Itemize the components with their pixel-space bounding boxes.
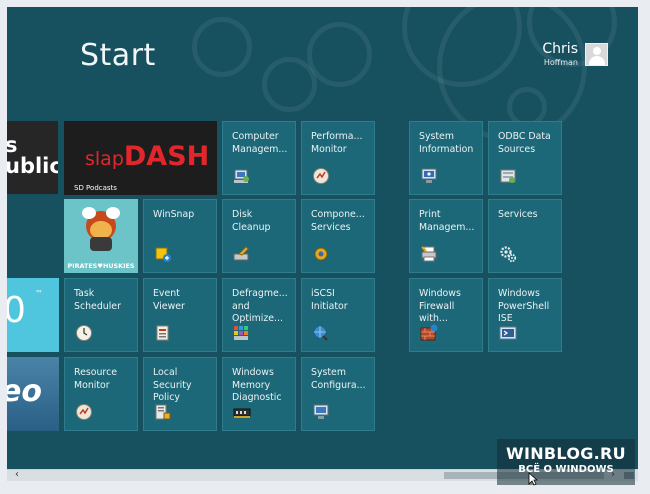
print-management-icon <box>421 246 437 262</box>
tile-label: Computer Managem... <box>232 131 288 155</box>
user-account[interactable]: Chris Hoffman <box>542 41 608 67</box>
tile-label: iSCSI Initiator <box>311 288 348 312</box>
powershell-icon <box>499 326 517 340</box>
tile-label: Resource Monitor <box>74 367 117 391</box>
tile-slapdash[interactable]: slapDASH SD Podcasts <box>64 121 217 195</box>
tile-event-viewer[interactable]: Event Viewer <box>143 278 217 352</box>
mouse-cursor-icon <box>528 472 538 486</box>
decorative-circle <box>307 22 372 87</box>
tile-label: ODBC Data Sources <box>498 131 551 155</box>
slapdash-caption: SD Podcasts <box>74 184 117 192</box>
user-first-name: Chris <box>542 41 578 57</box>
firewall-icon <box>420 324 438 341</box>
defragment-icon <box>234 326 248 340</box>
scroll-left-arrow[interactable]: ‹ <box>15 469 19 480</box>
tile-component-services[interactable]: Compone... Services <box>301 199 375 273</box>
tile-label: Windows PowerShell ISE <box>498 288 550 324</box>
tile-system-information[interactable]: System Information <box>409 121 483 195</box>
event-viewer-icon <box>156 325 169 341</box>
tile-label: Compone... Services <box>311 209 365 233</box>
slapdash-logo: slapDASH <box>85 141 209 172</box>
slapdash-logo-right: DASH <box>123 141 210 172</box>
weather-unit: ™ <box>35 289 43 298</box>
tile-task-scheduler[interactable]: Task Scheduler <box>64 278 138 352</box>
tile-windows-firewall[interactable]: Windows Firewall with... <box>409 278 483 352</box>
memory-icon <box>233 408 251 418</box>
slapdash-logo-left: slap <box>85 148 124 170</box>
mascot-image <box>82 207 120 251</box>
watermark-title: WINBLOG.RU <box>506 444 626 463</box>
decorative-circle <box>192 17 252 77</box>
task-scheduler-icon <box>76 325 92 341</box>
tile-print-management[interactable]: Print Managem... <box>409 199 483 273</box>
music-tile-text: eo <box>7 374 42 409</box>
tile-iscsi-initiator[interactable]: iSCSI Initiator <box>301 278 375 352</box>
gears-icon <box>500 246 517 263</box>
tile-local-security-policy[interactable]: Local Security Policy <box>143 357 217 431</box>
tile-windows-powershell-ise[interactable]: Windows PowerShell ISE <box>488 278 562 352</box>
tile-disk-cleanup[interactable]: Disk Cleanup <box>222 199 296 273</box>
tile-resource-monitor[interactable]: Resource Monitor <box>64 357 138 431</box>
weather-value: 0 <box>7 290 26 331</box>
tile-label: Windows Memory Diagnostic <box>232 367 282 403</box>
tile-news-partial[interactable]: s ublic <box>7 121 58 194</box>
component-services-icon <box>314 247 328 261</box>
tile-odbc-data-sources[interactable]: ODBC Data Sources <box>488 121 562 195</box>
tile-pirates-huskies[interactable]: PIRATES♥HUSKIES <box>64 199 138 273</box>
system-config-icon <box>313 404 329 419</box>
tile-defragment[interactable]: Defragme... and Optimize... <box>222 278 296 352</box>
news-tile-line1: s <box>7 133 18 157</box>
winsnap-icon <box>155 247 171 262</box>
tile-label: WinSnap <box>153 209 195 220</box>
tile-system-configuration[interactable]: System Configura... <box>301 357 375 431</box>
tile-label: Performa... Monitor <box>311 131 363 155</box>
tile-label: System Information <box>419 131 474 155</box>
start-title: Start <box>80 38 156 73</box>
tile-winsnap[interactable]: WinSnap <box>143 199 217 273</box>
computer-management-icon <box>234 169 249 183</box>
tile-label: Print Managem... <box>419 209 475 233</box>
news-tile-line2: ublic <box>7 154 58 178</box>
tile-label: Services <box>498 209 538 220</box>
tile-label: Local Security Policy <box>153 367 192 403</box>
system-info-icon <box>421 168 437 183</box>
iscsi-icon <box>313 325 328 341</box>
tile-weather-partial[interactable]: 0 ™ <box>7 278 59 352</box>
tile-label: Event Viewer <box>153 288 185 312</box>
tile-label: System Configura... <box>311 367 366 391</box>
watermark-subtitle: ВСЁ О WINDOWS <box>518 464 614 475</box>
start-screen: Start Chris Hoffman s ublic 0 ™ eo slapD… <box>7 7 638 469</box>
disk-cleanup-icon <box>233 246 249 261</box>
tile-computer-management[interactable]: Computer Managem... <box>222 121 296 195</box>
performance-monitor-icon <box>313 168 329 184</box>
tile-music-partial[interactable]: eo <box>7 357 59 431</box>
odbc-icon <box>500 169 516 183</box>
user-last-name: Hoffman <box>543 58 578 67</box>
security-policy-icon <box>155 404 171 420</box>
tile-label: Disk Cleanup <box>232 209 271 233</box>
tile-services[interactable]: Services <box>488 199 562 273</box>
tile-performance-monitor[interactable]: Performa... Monitor <box>301 121 375 195</box>
tile-label: Windows Firewall with... <box>419 288 461 324</box>
pirates-caption: PIRATES♥HUSKIES <box>67 262 135 270</box>
tile-memory-diagnostic[interactable]: Windows Memory Diagnostic <box>222 357 296 431</box>
resource-monitor-icon <box>76 404 92 420</box>
tile-label: Defragme... and Optimize... <box>232 288 288 324</box>
watermark: WINBLOG.RU ВСЁ О WINDOWS <box>497 439 635 485</box>
tile-label: Task Scheduler <box>74 288 121 312</box>
avatar[interactable] <box>585 43 608 66</box>
